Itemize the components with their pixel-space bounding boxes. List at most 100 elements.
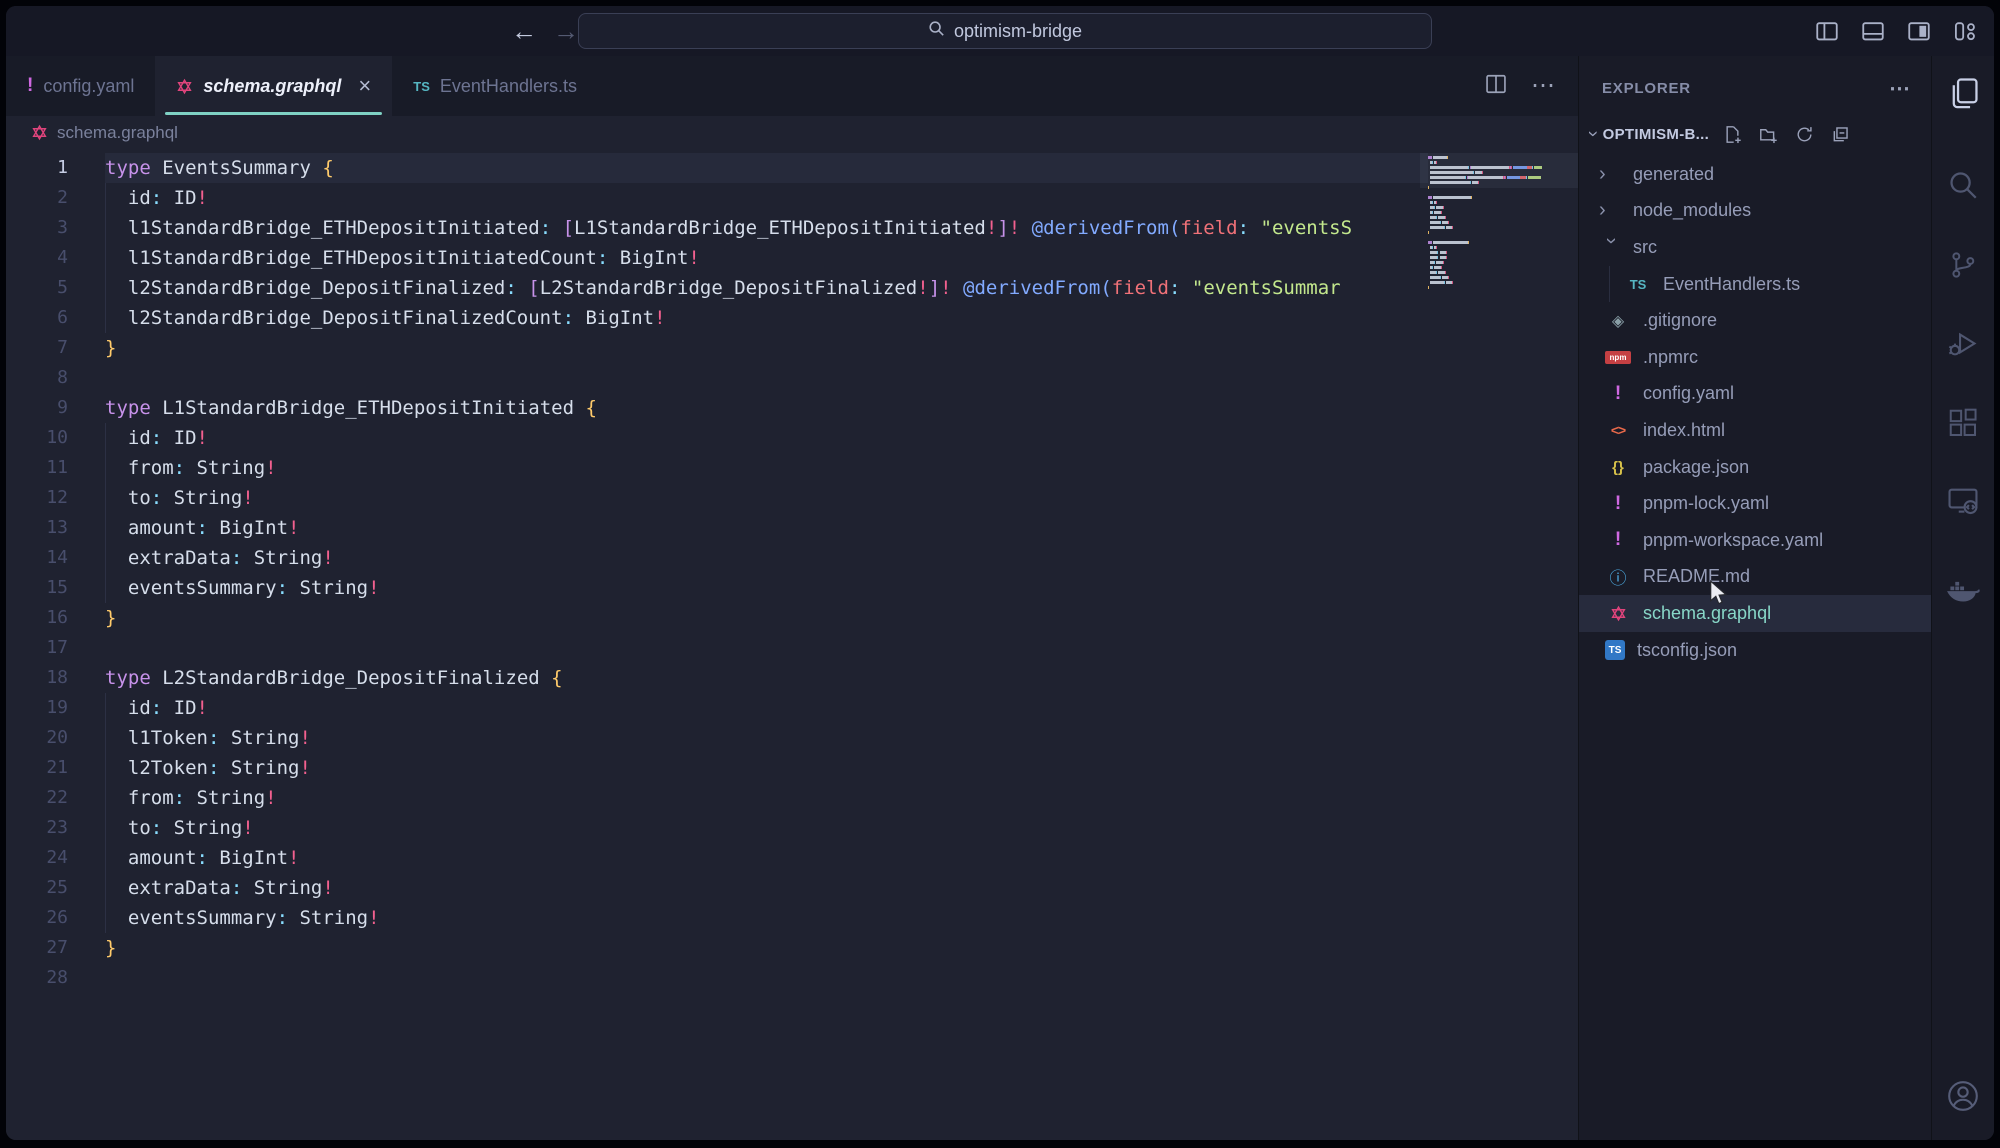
line-number: 11 [6, 453, 68, 483]
new-folder-icon[interactable] [1759, 125, 1778, 144]
refresh-icon[interactable] [1795, 125, 1814, 144]
file-item-readme-md[interactable]: ⓘREADME.md [1579, 559, 1931, 596]
workbench: !config.yaml schema.graphql × TSEventHandle… [6, 56, 1994, 1140]
folder-label: node_modules [1633, 200, 1751, 221]
tab-bar: !config.yaml schema.graphql × TSEventHandle… [6, 56, 1578, 116]
json-file-icon: {} [1605, 459, 1631, 476]
more-actions-icon[interactable]: ⋯ [1531, 74, 1556, 98]
project-name: OPTIMISM-B... [1603, 126, 1709, 143]
file-item-config-yaml[interactable]: !config.yaml [1579, 376, 1931, 413]
yaml-file-icon: ! [1605, 529, 1631, 551]
folder-label: src [1633, 237, 1657, 258]
file-item-src[interactable]: ›src [1579, 229, 1931, 266]
run-debug-icon[interactable] [1932, 320, 1994, 366]
file-item-node-modules[interactable]: ›node_modules [1579, 193, 1931, 230]
code-line: 20 l1Token: String! [6, 723, 1578, 753]
file-label: schema.graphql [1643, 603, 1771, 624]
layout-sidebar-left-icon[interactable] [1814, 18, 1840, 44]
breadcrumb-label: schema.graphql [57, 123, 178, 143]
code-text: l2StandardBridge_DepositFinalized: [L2St… [105, 273, 1428, 303]
back-icon[interactable]: ← [511, 16, 537, 47]
yaml-file-icon: ! [27, 75, 33, 97]
code-line: 23 to: String! [6, 813, 1578, 843]
file-item-tsconfig-json[interactable]: TStsconfig.json [1579, 632, 1931, 669]
file-item-schema-graphql[interactable]: schema.graphql [1579, 595, 1931, 632]
code-line: 2 id: ID! [6, 183, 1578, 213]
file-item-npmrc[interactable]: npm.npmrc [1579, 339, 1931, 376]
minimap[interactable] [1428, 156, 1560, 296]
code-line: 9type L1StandardBridge_ETHDepositInitiat… [6, 393, 1578, 423]
file-item-pnpm-lock-yaml[interactable]: !pnpm-lock.yaml [1579, 485, 1931, 522]
line-number: 27 [6, 933, 68, 963]
remote-explorer-icon[interactable] [1932, 478, 1994, 524]
line-number: 23 [6, 813, 68, 843]
source-control-icon[interactable] [1932, 242, 1994, 288]
account-icon[interactable] [1932, 1078, 1994, 1114]
collapse-all-icon[interactable] [1831, 125, 1850, 144]
screenshot-frame: ← → optimism-bridge !config.yamlschema.g… [0, 0, 2000, 1148]
file-item-gitignore[interactable]: ◈.gitignore [1579, 302, 1931, 339]
line-number: 10 [6, 423, 68, 453]
file-item-package-json[interactable]: {}package.json [1579, 449, 1931, 486]
explorer-toolbar [1723, 125, 1850, 144]
extensions-icon[interactable] [1932, 400, 1994, 446]
code-line: 21 l2Token: String! [6, 753, 1578, 783]
breadcrumb[interactable]: schema.graphql [6, 116, 1578, 149]
line-number: 6 [6, 303, 68, 333]
forward-icon[interactable]: → [553, 16, 579, 47]
new-file-icon[interactable] [1723, 125, 1742, 144]
explorer-icon[interactable] [1932, 70, 1994, 116]
search-value: optimism-bridge [954, 21, 1082, 42]
line-number: 2 [6, 183, 68, 213]
tab-config-yaml[interactable]: !config.yaml [6, 56, 155, 116]
layout-panel-bottom-icon[interactable] [1860, 18, 1886, 44]
file-item-pnpm-workspace-yaml[interactable]: !pnpm-workspace.yaml [1579, 522, 1931, 559]
file-item-generated[interactable]: ›generated [1579, 156, 1931, 193]
layout-sidebar-right-icon[interactable] [1906, 18, 1932, 44]
tab-schema-graphql[interactable]: schema.graphql × [155, 56, 392, 116]
line-number: 8 [6, 363, 68, 393]
line-number: 26 [6, 903, 68, 933]
line-number: 1 [6, 153, 68, 183]
line-number: 18 [6, 663, 68, 693]
search-icon[interactable] [1932, 162, 1994, 208]
code-line: 7} [6, 333, 1578, 363]
code-text: l2Token: String! [105, 753, 1428, 783]
code-text: to: String! [105, 813, 1428, 843]
tab-label: EventHandlers.ts [440, 76, 577, 97]
code-text: from: String! [105, 783, 1428, 813]
graphql-file-icon [1605, 605, 1631, 622]
code-line: 3 l1StandardBridge_ETHDepositInitiated: … [6, 213, 1578, 243]
code-line: 28 [6, 963, 1578, 993]
code-text: id: ID! [105, 183, 1428, 213]
history-nav: ← → [511, 6, 579, 56]
code-line: 17 [6, 633, 1578, 663]
split-editor-icon[interactable] [1485, 73, 1507, 100]
line-number: 4 [6, 243, 68, 273]
explorer-more-icon[interactable]: ⋯ [1889, 78, 1911, 99]
editor-group: !config.yaml schema.graphql × TSEventHandle… [6, 56, 1578, 1140]
code-editor[interactable]: 1type EventsSummary {2 id: ID!3 l1Standa… [6, 149, 1578, 1140]
close-tab-icon[interactable]: × [358, 75, 371, 97]
code-line: 5 l2StandardBridge_DepositFinalized: [L2… [6, 273, 1578, 303]
vscode-window: ← → optimism-bridge !config.yamlschema.g… [6, 6, 1994, 1140]
file-label: index.html [1643, 420, 1725, 441]
code-text: } [105, 933, 1428, 963]
command-center-search[interactable]: optimism-bridge [578, 13, 1432, 49]
yaml-file-icon: ! [1605, 493, 1631, 515]
project-section-header[interactable]: › OPTIMISM-B... [1579, 114, 1931, 154]
file-item-eventhandlers-ts[interactable]: TSEventHandlers.ts [1579, 266, 1931, 303]
code-text: } [105, 333, 1428, 363]
code-line: 14 extraData: String! [6, 543, 1578, 573]
tab-label: schema.graphql [203, 76, 341, 97]
code-line: 6 l2StandardBridge_DepositFinalizedCount… [6, 303, 1578, 333]
line-number: 14 [6, 543, 68, 573]
code-line: 18type L2StandardBridge_DepositFinalized… [6, 663, 1578, 693]
customize-layout-icon[interactable] [1952, 18, 1978, 44]
docker-icon[interactable] [1932, 568, 1994, 614]
tab-eventhandlers-ts[interactable]: TSEventHandlers.ts [392, 56, 598, 116]
file-item-index-html[interactable]: <>index.html [1579, 412, 1931, 449]
explorer-title: EXPLORER [1602, 80, 1691, 97]
explorer-sidebar: EXPLORER ⋯ › OPTIMISM-B... ›generated›no… [1578, 56, 1931, 1140]
file-label: .npmrc [1643, 347, 1698, 368]
